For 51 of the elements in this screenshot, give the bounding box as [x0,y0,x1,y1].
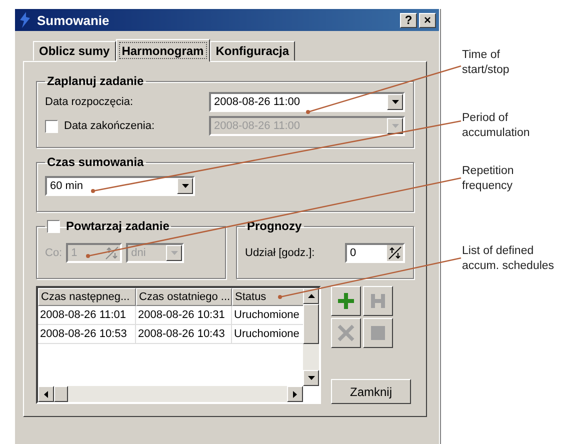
plus-icon [337,292,355,310]
caret-icon [387,94,403,110]
column-header[interactable]: Czas ostatniego ... [136,288,232,306]
checkbox[interactable] [47,220,60,232]
spin-arrows-icon [104,245,120,261]
checkbox[interactable] [45,120,58,132]
field-label: Data zakończenia: [64,120,154,132]
annotation-text: List of defined accum. schedules [462,244,554,274]
scroll-thumb[interactable] [303,304,319,344]
table-cell: 2008-08-26 10:43 [136,325,232,344]
start-date-dropdown[interactable]: 2008-08-26 11:00 [209,92,405,112]
close-button[interactable]: × [419,12,436,28]
up-arrow-icon [308,294,314,298]
group-title: Zaplanuj zadanie [46,74,145,88]
spin-arrows-icon [387,245,403,261]
window-title: Sumowanie [37,12,110,28]
annotation-text: Repetition frequency [462,164,514,194]
field-label: Data rozpoczęcia: [45,96,134,108]
h-bar-icon [369,292,387,310]
group-title: Powtarzaj zadanie [66,219,170,233]
period-dropdown[interactable]: 60 min [45,176,195,196]
table-cell: 2008-08-26 10:53 [38,325,136,344]
share-spinner[interactable]: 0 [345,243,405,263]
caret-icon [166,245,182,261]
tab[interactable]: Harmonogram [116,39,210,62]
vertical-scrollbar[interactable] [303,288,319,386]
caret-icon [177,178,193,194]
app-icon [18,12,32,28]
tab[interactable]: Oblicz sumy [33,41,116,61]
tab[interactable]: Konfiguracja [210,41,296,61]
add-button[interactable] [331,286,361,316]
close-dialog-button[interactable]: Zamknij [331,379,411,404]
column-header[interactable]: Czas następneg... [38,288,136,306]
right-arrow-icon [293,390,297,398]
horizontal-scrollbar[interactable] [38,386,303,402]
stop-icon [369,324,387,342]
column-header[interactable]: Status [232,288,303,306]
field-label: Co: [45,247,62,259]
table-cell: 2008-08-26 10:31 [136,306,232,325]
left-arrow-icon [44,390,48,398]
group-title: Prognozy [246,219,303,233]
help-button[interactable]: ? [400,12,417,28]
field-label: Udział [godz.]: [245,247,315,259]
table-cell: 2008-08-26 11:01 [38,306,136,325]
annotation-text: Time of start/stop [462,48,510,78]
cross-icon [337,324,355,342]
caret-icon [387,118,403,134]
annotation-text: Period of accumulation [462,111,530,141]
down-arrow-icon [308,376,314,380]
group-title: Czas sumowania [46,155,145,169]
scroll-thumb[interactable] [54,386,68,402]
